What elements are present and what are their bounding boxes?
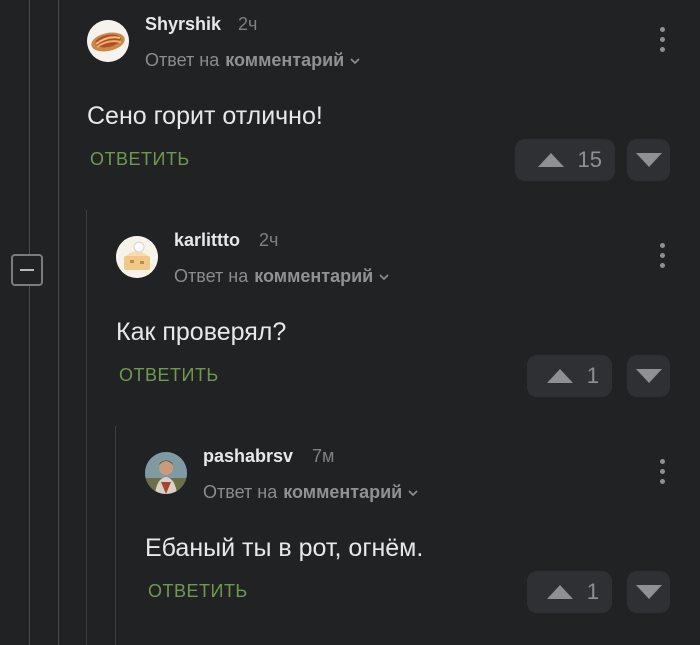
minus-icon	[20, 269, 34, 271]
more-vertical-icon[interactable]	[659, 459, 665, 484]
thread-line	[58, 0, 59, 645]
reply-button[interactable]: ОТВЕТИТЬ	[148, 581, 248, 602]
reply-to-prefix: Ответ на	[203, 482, 278, 502]
comment: pashabrsv 7м Ответ на комментарий Ебаный…	[145, 0, 700, 645]
rating-count: 1	[586, 579, 599, 604]
person-avatar-image	[145, 452, 187, 494]
upvote-icon	[546, 585, 573, 599]
comment-text: Ебаный ты в рот, огнём.	[145, 534, 424, 562]
upvote-button[interactable]: 1	[527, 571, 612, 613]
reply-to-target[interactable]: комментарий	[283, 482, 402, 503]
comment-time: 7м	[312, 446, 335, 466]
reply-to-link[interactable]: Ответ на комментарий	[203, 482, 418, 503]
downvote-button[interactable]	[627, 571, 670, 613]
reply-line	[86, 210, 87, 645]
thread-line	[29, 0, 30, 254]
chevron-down-icon	[408, 489, 418, 496]
comment-author[interactable]: pashabrsv	[203, 446, 293, 467]
thread-line	[29, 286, 30, 645]
avatar[interactable]	[145, 452, 187, 494]
collapse-thread-button[interactable]	[11, 254, 43, 286]
downvote-icon	[635, 585, 662, 599]
reply-line	[115, 426, 116, 645]
